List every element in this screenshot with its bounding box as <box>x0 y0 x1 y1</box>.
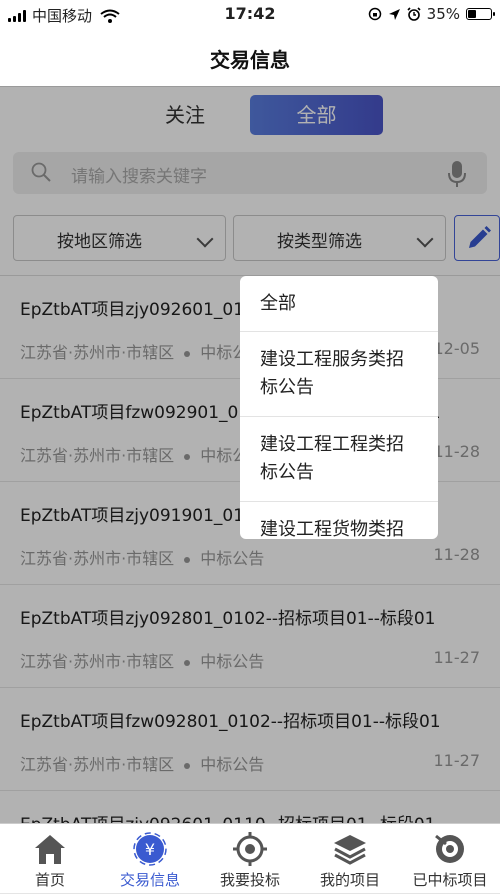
tab-won-projects-label: 已中标项目 <box>412 871 488 889</box>
tab-home[interactable]: 首页 <box>0 824 100 890</box>
dropdown-item-engineering[interactable]: 建设工程工程类招标公告 <box>240 417 438 502</box>
nav-bar: 交易信息 <box>0 30 500 87</box>
tab-trade-info-label: 交易信息 <box>119 871 180 889</box>
type-dropdown-menu: 全部 建设工程服务类招标公告 建设工程工程类招标公告 建设工程货物类招标公告 <box>240 276 438 539</box>
location-icon <box>388 8 400 20</box>
tab-bar: 首页 ¥ 交易信息 我要投标 我的项目 已中标项目 <box>0 823 500 890</box>
tab-my-projects-label: 我的项目 <box>319 871 380 889</box>
alarm-icon <box>407 7 421 21</box>
dropdown-item-goods[interactable]: 建设工程货物类招标公告 <box>240 502 438 539</box>
svg-text:¥: ¥ <box>145 840 155 859</box>
dropdown-item-all[interactable]: 全部 <box>240 276 438 332</box>
tab-bid[interactable]: 我要投标 <box>200 824 300 890</box>
battery-percent: 35% <box>426 5 460 23</box>
target-icon <box>233 832 267 866</box>
award-icon <box>435 834 464 863</box>
rotation-lock-icon <box>368 7 381 21</box>
tab-trade-info[interactable]: ¥ 交易信息 <box>100 824 200 890</box>
battery-icon <box>466 8 495 20</box>
page-title: 交易信息 <box>210 48 290 72</box>
dropdown-item-service[interactable]: 建设工程服务类招标公告 <box>240 332 438 417</box>
yen-coin-icon: ¥ <box>133 832 167 866</box>
tab-bid-label: 我要投标 <box>219 871 280 889</box>
tab-my-projects[interactable]: 我的项目 <box>300 824 400 890</box>
tab-home-label: 首页 <box>34 871 65 889</box>
home-icon <box>35 835 65 864</box>
tab-won-projects[interactable]: 已中标项目 <box>400 824 500 890</box>
status-right: 35% <box>368 5 495 23</box>
layers-icon <box>334 835 366 865</box>
status-bar: 中国移动 17:42 35% <box>0 0 500 30</box>
